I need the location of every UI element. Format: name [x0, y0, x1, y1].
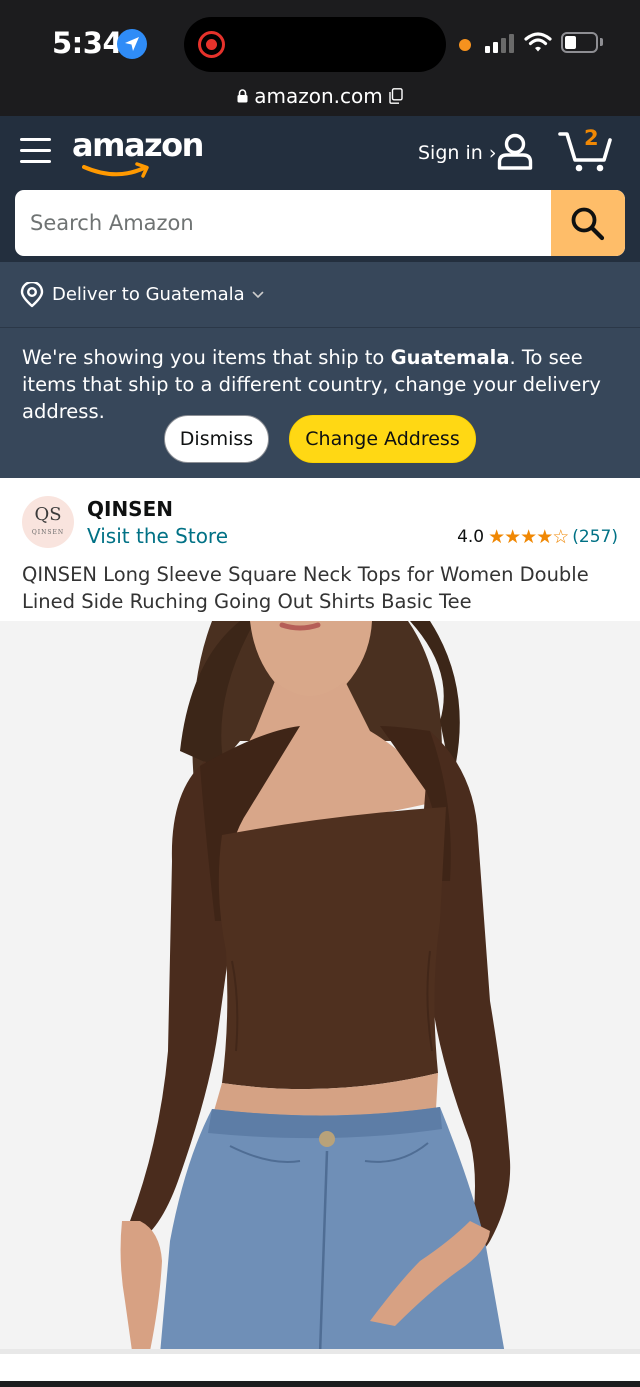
store-logo[interactable]: QS QINSEN: [22, 496, 74, 548]
change-address-button[interactable]: Change Address: [289, 415, 476, 463]
battery-tip: [600, 38, 603, 46]
product-photo-illustration: [0, 621, 640, 1354]
shipping-notice-message: We're showing you items that ship to Gua…: [22, 346, 601, 423]
cart-button[interactable]: 2: [558, 126, 614, 172]
cart-count-badge: 2: [584, 126, 599, 150]
status-time: 5:34: [52, 26, 123, 60]
lock-icon: [237, 89, 248, 103]
battery-icon: [561, 32, 598, 53]
deliver-to-bar[interactable]: Deliver to Guatemala: [0, 262, 640, 328]
cellular-signal-icon: [485, 33, 517, 53]
notice-country: Guatemala: [390, 346, 510, 369]
sign-in-link[interactable]: Sign in ›: [418, 142, 496, 164]
store-logo-word: QINSEN: [31, 529, 65, 536]
product-rating[interactable]: 4.0 ★★★★☆ (257): [457, 526, 618, 548]
dismiss-button[interactable]: Dismiss: [164, 415, 269, 463]
logo-wordmark: amazon: [72, 126, 204, 164]
amazon-logo[interactable]: amazon: [72, 126, 204, 182]
user-icon[interactable]: [496, 132, 534, 170]
brand-name: QINSEN: [87, 497, 173, 521]
location-pin-icon: [20, 282, 44, 308]
bottom-divider: [0, 1381, 640, 1387]
screen-recording-icon[interactable]: [198, 31, 225, 58]
location-arrow-icon: [117, 29, 147, 59]
rating-value: 4.0: [457, 527, 485, 547]
menu-icon[interactable]: [20, 135, 52, 165]
search-bar: [15, 190, 625, 256]
amazon-header: amazon Sign in › 2: [0, 116, 640, 262]
store-logo-mark: QS: [34, 504, 62, 525]
search-icon: [571, 207, 605, 241]
rating-count[interactable]: (257): [572, 527, 618, 547]
status-bar: 5:34: [0, 0, 640, 86]
search-button[interactable]: [551, 190, 625, 256]
logo-smile-icon: [82, 162, 149, 178]
wifi-icon: [524, 32, 552, 52]
product-image[interactable]: [0, 621, 640, 1354]
browser-url-bar[interactable]: amazon.com: [0, 84, 640, 116]
search-input[interactable]: [15, 190, 551, 256]
visit-store-link[interactable]: Visit the Store: [87, 524, 228, 548]
deliver-to-label: Deliver to Guatemala: [52, 284, 245, 305]
product-title: QINSEN Long Sleeve Square Neck Tops for …: [22, 563, 589, 613]
copy-icon[interactable]: [389, 88, 403, 104]
camera-indicator-icon: [459, 39, 471, 51]
browser-url[interactable]: amazon.com: [254, 84, 382, 108]
chevron-down-icon: [253, 291, 264, 299]
rating-stars-icon: ★★★★☆: [488, 526, 569, 548]
shipping-notice: We're showing you items that ship to Gua…: [0, 328, 640, 478]
